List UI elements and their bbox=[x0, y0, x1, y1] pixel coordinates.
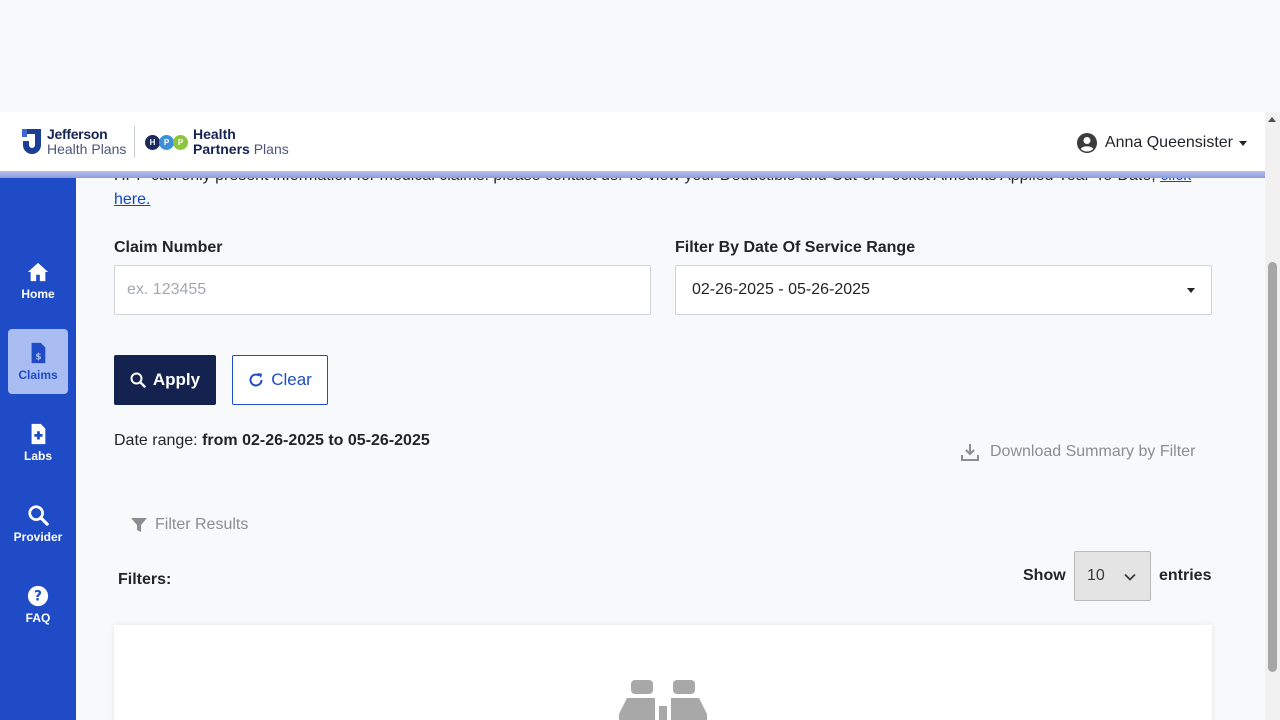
user-menu[interactable]: Anna Queensister bbox=[1076, 133, 1247, 153]
question-icon: ? bbox=[27, 585, 49, 606]
hpp-logo-line2b: Plans bbox=[253, 141, 289, 157]
jefferson-logo[interactable]: Jefferson Health Plans bbox=[22, 127, 126, 157]
sidebar-item-label: Claims bbox=[18, 367, 58, 382]
labs-icon bbox=[31, 423, 46, 444]
apply-button[interactable]: Apply bbox=[114, 355, 216, 405]
claim-number-input[interactable] bbox=[114, 265, 651, 315]
date-range-text: from 02-26-2025 to 05-26-2025 bbox=[202, 432, 430, 449]
hpp-letter-p2: P bbox=[173, 134, 188, 150]
sidebar-item-labs[interactable]: Labs bbox=[8, 410, 68, 475]
scrollbar-thumb[interactable] bbox=[1268, 262, 1277, 672]
sidebar-item-label: Provider bbox=[13, 529, 63, 544]
date-range-summary: Date range: from 02-26-2025 to 05-26-202… bbox=[114, 432, 430, 450]
hpp-letter-p1: P bbox=[159, 134, 174, 150]
clear-button-label: Clear bbox=[271, 370, 312, 389]
user-avatar-icon bbox=[1076, 133, 1097, 153]
sidebar-item-label: Home bbox=[21, 286, 55, 301]
refresh-icon bbox=[249, 373, 263, 387]
jefferson-logo-line1: Jefferson bbox=[47, 126, 108, 142]
scroll-up-icon[interactable] bbox=[1268, 117, 1276, 122]
hpp-letter-h: H bbox=[145, 134, 160, 150]
chevron-down-icon bbox=[1239, 140, 1247, 146]
hpp-circles-icon: H P P bbox=[145, 134, 188, 150]
jefferson-logo-line2: Health Plans bbox=[47, 141, 127, 157]
sidebar-item-label: FAQ bbox=[25, 610, 51, 625]
user-name: Anna Queensister bbox=[1104, 134, 1233, 151]
binoculars-icon bbox=[619, 680, 707, 720]
top-blank-area bbox=[0, 0, 1265, 112]
results-card bbox=[114, 625, 1212, 720]
sidebar-item-label: Labs bbox=[23, 448, 52, 463]
date-range-prefix: Date range: bbox=[114, 432, 198, 449]
claim-number-label: Claim Number bbox=[114, 239, 223, 256]
chevron-down-icon bbox=[1187, 288, 1195, 293]
claims-icon: $ bbox=[31, 342, 46, 363]
hpp-logo[interactable]: H P P Health Partners Plans bbox=[145, 127, 289, 157]
filter-results-button[interactable]: Filter Results bbox=[131, 516, 248, 534]
search-icon bbox=[28, 504, 49, 526]
page-scrollbar[interactable] bbox=[1265, 112, 1280, 720]
sidebar-item-faq[interactable]: ? FAQ bbox=[8, 572, 68, 637]
apply-button-label: Apply bbox=[152, 370, 201, 389]
download-icon bbox=[961, 444, 979, 461]
download-summary-label: Download Summary by Filter bbox=[990, 443, 1196, 460]
filters-label: Filters: bbox=[118, 571, 172, 588]
clear-button[interactable]: Clear bbox=[232, 355, 328, 405]
sidebar-item-claims[interactable]: $ Claims bbox=[8, 329, 68, 394]
sidebar: Home $ Claims Labs Provider ? FAQ bbox=[0, 178, 76, 720]
entries-label: entries bbox=[1159, 567, 1212, 584]
jefferson-mark-icon bbox=[22, 129, 41, 154]
home-icon bbox=[27, 262, 49, 281]
filter-icon bbox=[131, 518, 147, 532]
svg-text:?: ? bbox=[34, 588, 42, 604]
date-range-label: Filter By Date Of Service Range bbox=[675, 239, 916, 256]
entries-value: 10 bbox=[1087, 567, 1105, 584]
download-summary-button[interactable]: Download Summary by Filter bbox=[961, 443, 1195, 461]
filter-results-label: Filter Results bbox=[155, 516, 249, 533]
chevron-down-icon bbox=[1124, 573, 1136, 581]
search-icon bbox=[130, 372, 146, 388]
hpp-logo-line1: Health bbox=[193, 126, 236, 142]
header-accent-bar bbox=[0, 171, 1265, 178]
hpp-logo-line2a: Partners bbox=[193, 141, 250, 157]
logo-divider bbox=[134, 126, 135, 158]
svg-text:$: $ bbox=[35, 351, 41, 362]
sidebar-item-provider[interactable]: Provider bbox=[8, 491, 68, 556]
entries-per-page-select[interactable]: 10 bbox=[1074, 551, 1151, 601]
date-range-value: 02-26-2025 - 05-26-2025 bbox=[692, 281, 870, 298]
sidebar-item-home[interactable]: Home bbox=[8, 248, 68, 313]
date-range-select[interactable]: 02-26-2025 - 05-26-2025 bbox=[675, 265, 1212, 315]
show-label: Show bbox=[1023, 567, 1066, 584]
